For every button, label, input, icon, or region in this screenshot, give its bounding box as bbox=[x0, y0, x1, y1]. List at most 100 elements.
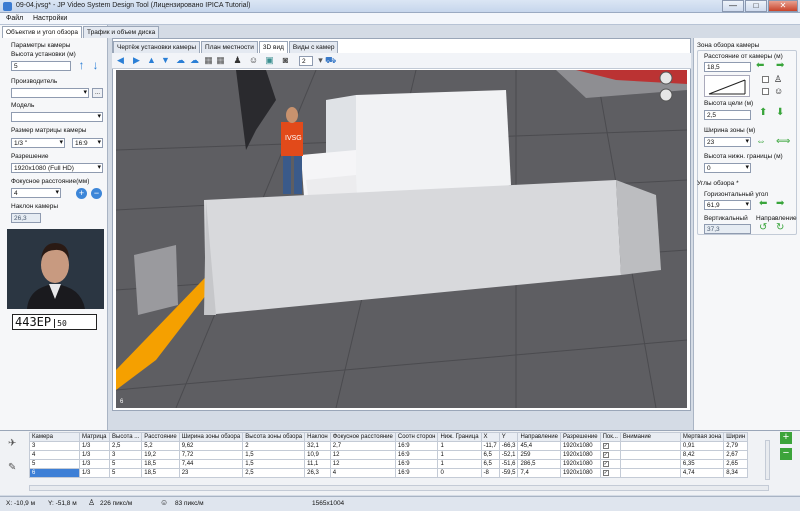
col-camera[interactable]: Камера bbox=[29, 432, 80, 442]
table-cell[interactable]: 16:9 bbox=[394, 450, 439, 460]
table-cell[interactable]: 4,74 bbox=[679, 468, 725, 478]
distance-right-icon[interactable]: ➡ bbox=[776, 61, 784, 71]
col-resolution[interactable]: Разрешение bbox=[559, 432, 601, 442]
tab-traffic[interactable]: Трафик и объем диска bbox=[82, 26, 160, 38]
table-cell[interactable]: 1/3 bbox=[79, 441, 110, 451]
table-cell[interactable]: 19,2 bbox=[141, 450, 180, 460]
cloud-up-icon[interactable]: ☁ bbox=[175, 55, 186, 66]
table-cell[interactable]: 7,44 bbox=[178, 459, 244, 469]
camera-view-icon[interactable]: ▣ bbox=[264, 55, 275, 66]
table-cell[interactable]: ✓ bbox=[599, 468, 621, 478]
col-zone-width[interactable]: Ширина зоны обзора bbox=[178, 432, 244, 442]
table-cell[interactable]: 2,7 bbox=[329, 441, 396, 451]
table-cell[interactable]: 26,3 bbox=[304, 468, 331, 478]
table-cell[interactable]: 10,9 bbox=[304, 450, 331, 460]
table-cell[interactable]: 8,42 bbox=[679, 450, 725, 460]
target-checkbox-2[interactable] bbox=[762, 88, 769, 95]
table-cell[interactable]: 12 bbox=[329, 459, 396, 469]
table-cell[interactable]: 3 bbox=[29, 441, 80, 451]
cloud-down-icon[interactable]: ☁ bbox=[189, 55, 200, 66]
table-cell[interactable]: 0,91 bbox=[679, 441, 725, 451]
table-row[interactable]: 6 1/3 5 18,5 23 2,5 26,3 4 16:9 0 -8 -59,5 7,4 1920x1… bbox=[29, 468, 749, 478]
table-cell[interactable]: -59,5 bbox=[498, 468, 519, 478]
table-cell[interactable]: 6 bbox=[29, 468, 80, 478]
col-tilt[interactable]: Наклон bbox=[304, 432, 331, 442]
table-cell[interactable]: 259 bbox=[517, 450, 561, 460]
hangle-right-icon[interactable]: ➡ bbox=[776, 199, 784, 209]
table-cell[interactable]: -51,6 bbox=[498, 459, 519, 469]
table-cell[interactable]: 3 bbox=[108, 450, 143, 460]
show-checkbox[interactable]: ✓ bbox=[602, 452, 609, 458]
maker-select[interactable] bbox=[11, 88, 89, 98]
hangle-left-icon[interactable]: ⬅ bbox=[759, 199, 767, 209]
target-down-icon[interactable]: ⬇ bbox=[776, 108, 784, 118]
model-select[interactable] bbox=[11, 112, 103, 122]
distance-input[interactable]: 18,5 bbox=[704, 62, 751, 72]
remove-camera-icon[interactable]: − bbox=[780, 448, 792, 460]
table-cell[interactable]: 6,35 bbox=[679, 459, 725, 469]
col-focal[interactable]: Фокусное расстояние bbox=[329, 432, 396, 442]
rotate-ccw-icon[interactable]: ↺ bbox=[759, 223, 767, 233]
minimize-button[interactable]: — bbox=[722, 0, 744, 12]
table-cell[interactable]: 16:9 bbox=[394, 468, 439, 478]
table-cell[interactable]: 1920x1080 bbox=[559, 459, 601, 469]
add-camera-icon[interactable]: + bbox=[780, 432, 792, 444]
table-cell[interactable]: 16:9 bbox=[394, 441, 439, 451]
table-cell[interactable]: 0 bbox=[437, 468, 482, 478]
table-hscroll[interactable] bbox=[29, 485, 769, 491]
close-button[interactable]: ✕ bbox=[768, 0, 798, 12]
table-cell[interactable]: 7,4 bbox=[517, 468, 561, 478]
table-cell[interactable]: ✓ bbox=[599, 459, 621, 469]
col-width-more[interactable]: Ширин bbox=[723, 432, 749, 442]
table-cell[interactable]: 1920x1080 bbox=[559, 441, 601, 451]
table-row[interactable]: 5 1/3 5 18,5 7,44 1,5 11,1 12 16:9 1 6,5 -51,6 286,5… bbox=[29, 459, 749, 469]
table-cell[interactable]: 11,1 bbox=[304, 459, 331, 469]
maker-browse-button[interactable]: ... bbox=[92, 88, 103, 98]
table-cell[interactable] bbox=[619, 468, 681, 478]
table-cell[interactable]: 1920x1080 bbox=[559, 468, 601, 478]
table-cell[interactable]: 2,5 bbox=[108, 441, 143, 451]
table-cell[interactable]: 7,72 bbox=[178, 450, 244, 460]
face-frame-icon[interactable]: ◙ bbox=[280, 55, 291, 66]
table-cell[interactable]: 6,5 bbox=[480, 459, 500, 469]
table-cell[interactable]: 32,1 bbox=[304, 441, 331, 451]
table-cell[interactable]: 2,65 bbox=[723, 459, 749, 469]
table-cell[interactable]: 2,5 bbox=[242, 468, 306, 478]
grid-icon[interactable]: ▦ bbox=[203, 55, 214, 66]
table-cell[interactable]: 8,34 bbox=[723, 468, 749, 478]
show-checkbox[interactable]: ✓ bbox=[602, 443, 609, 449]
col-y[interactable]: Y bbox=[498, 432, 519, 442]
table-cell[interactable]: 45,4 bbox=[517, 441, 561, 451]
table-cell[interactable]: -8 bbox=[480, 468, 500, 478]
menu-settings[interactable]: Настройки bbox=[33, 15, 67, 22]
show-checkbox[interactable]: ✓ bbox=[602, 470, 609, 476]
grid-alt-icon[interactable]: ▦ bbox=[215, 55, 226, 66]
col-direction[interactable]: Направление bbox=[517, 432, 561, 442]
table-cell[interactable]: 2,79 bbox=[723, 441, 749, 451]
table-cell[interactable]: -52,1 bbox=[498, 450, 519, 460]
rotate-left-icon[interactable]: ◀ bbox=[115, 55, 126, 66]
col-matrix[interactable]: Матрица bbox=[79, 432, 110, 442]
col-zone-height[interactable]: Высота зоны обзора bbox=[242, 432, 306, 442]
target-input[interactable]: 2,5 bbox=[704, 110, 751, 120]
table-cell[interactable]: 4 bbox=[329, 468, 396, 478]
table-cell[interactable]: 1,5 bbox=[242, 459, 306, 469]
table-cell[interactable]: 1 bbox=[437, 441, 482, 451]
width-grow-icon[interactable]: ⟺ bbox=[776, 137, 790, 147]
col-lowbound[interactable]: Ниж. Граница bbox=[437, 432, 482, 442]
tab-lens[interactable]: Объектив и угол обзора bbox=[2, 26, 82, 38]
col-attention[interactable]: Внимание bbox=[619, 432, 681, 442]
tab-terrain-plan[interactable]: План местности bbox=[201, 41, 258, 53]
tilt-down-icon[interactable]: ▼ bbox=[160, 55, 171, 66]
face-icon[interactable]: ☺ bbox=[248, 55, 259, 66]
tab-install-drawing[interactable]: Чертёж установки камеры bbox=[113, 41, 201, 53]
target-up-icon[interactable]: ⬆ bbox=[759, 108, 767, 118]
table-cell[interactable]: 1,5 bbox=[242, 450, 306, 460]
col-show[interactable]: Пок... bbox=[599, 432, 621, 442]
person-icon[interactable]: ♟ bbox=[232, 55, 243, 66]
col-aspect[interactable]: Соотн сторон bbox=[394, 432, 439, 442]
col-x[interactable]: X bbox=[480, 432, 500, 442]
rotate-right-icon[interactable]: ▶ bbox=[131, 55, 142, 66]
edit-icon[interactable]: ✎ bbox=[8, 462, 16, 473]
table-cell[interactable]: 5 bbox=[108, 468, 143, 478]
